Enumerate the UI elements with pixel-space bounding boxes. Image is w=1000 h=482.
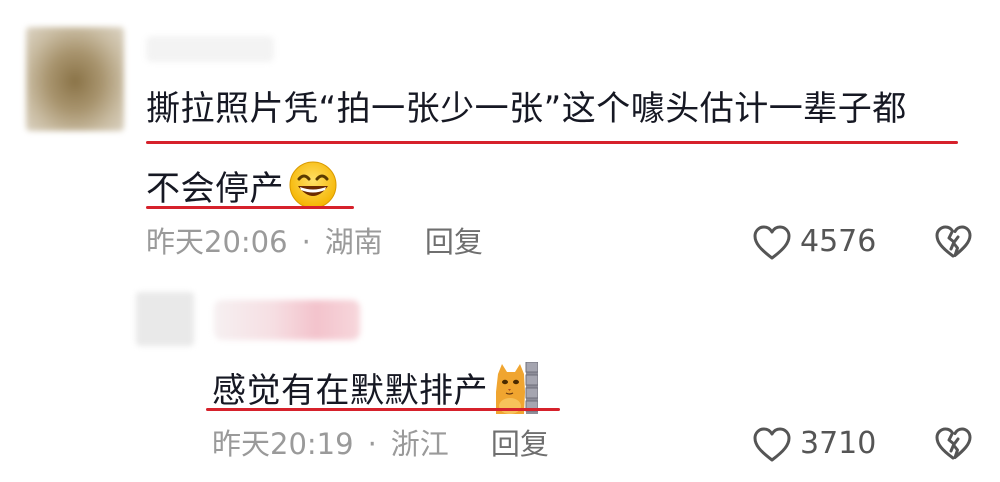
separator-dot: ·: [367, 427, 377, 461]
reply-button[interactable]: 回复: [425, 225, 483, 259]
comment-text-line-1: 撕拉照片凭“拍一张少一张”这个噱头估计一辈子都: [146, 89, 907, 129]
comment-thread: 撕拉照片凭“拍一张少一张”这个噱头估计一辈子都 不会停产 昨天20:06 · 湖南回…: [0, 0, 1000, 482]
like-count: 4576: [800, 224, 877, 259]
reply-username[interactable]: [214, 300, 360, 340]
like-count: 3710: [800, 426, 877, 461]
comment-text-line-2-label: 不会停产: [146, 169, 284, 209]
timestamp: 昨天20:19: [212, 427, 354, 461]
highlight-underline: [146, 206, 354, 209]
location: 浙江: [390, 427, 449, 461]
avatar[interactable]: [26, 27, 124, 131]
reply-avatar[interactable]: [136, 292, 194, 346]
heart-outline-icon[interactable]: [752, 426, 792, 464]
cat-wall-peek-emoji: [496, 362, 538, 414]
username[interactable]: [146, 36, 274, 62]
grinning-face-emoji: [289, 161, 337, 209]
timestamp: 昨天20:06: [146, 225, 288, 259]
broken-heart-icon[interactable]: [934, 426, 972, 462]
broken-heart-icon[interactable]: [934, 224, 972, 260]
separator-dot: ·: [301, 225, 311, 259]
reply-text-label: 感觉有在默默排产: [212, 371, 488, 411]
reply-meta: 昨天20:19 · 浙江 回复: [212, 430, 549, 459]
location: 湖南: [324, 225, 383, 259]
heart-outline-icon[interactable]: [752, 224, 792, 262]
comment-text-line-2: 不会停产: [146, 160, 338, 210]
highlight-underline: [206, 408, 560, 411]
highlight-underline: [146, 141, 958, 144]
reply-text: 感觉有在默默排产: [212, 362, 538, 414]
reply-button[interactable]: 回复: [491, 427, 549, 461]
comment-meta: 昨天20:06 · 湖南 回复: [146, 228, 483, 257]
